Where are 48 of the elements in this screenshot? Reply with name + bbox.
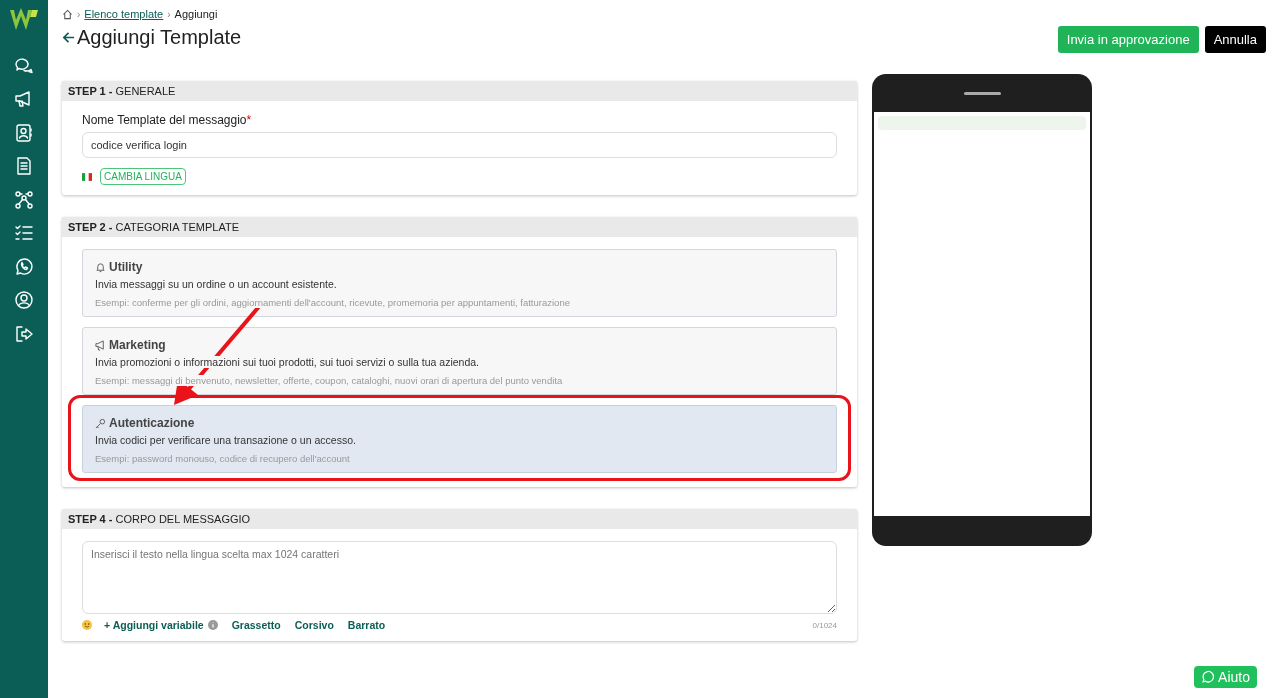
- template-name-field[interactable]: codice verifica login: [82, 132, 837, 158]
- contacts-icon[interactable]: [14, 122, 34, 143]
- home-icon[interactable]: [62, 8, 73, 20]
- megaphone-icon: [95, 339, 106, 351]
- add-variable-link[interactable]: + Aggiungi variabile: [104, 619, 204, 631]
- message-body-field[interactable]: Inserisci il testo nella lingua scelta max 1024 caratteri: [82, 541, 837, 614]
- step-header: STEP 1 - GENERALE: [62, 81, 857, 101]
- emoji-icon[interactable]: [82, 620, 92, 630]
- field-label: Nome Template del messaggio*: [82, 113, 253, 127]
- whatsapp-icon[interactable]: [14, 256, 34, 277]
- flow-icon[interactable]: [14, 189, 34, 210]
- option-description: Invia codici per verificare una transazione o un accesso.: [95, 434, 356, 446]
- logout-icon[interactable]: [14, 323, 34, 344]
- format-link[interactable]: Barrato: [347, 619, 386, 631]
- format-link[interactable]: Corsivo: [294, 619, 334, 631]
- chevron-icon: ›: [77, 8, 81, 20]
- breadcrumb-link[interactable]: Elenco template: [84, 8, 164, 20]
- bell-icon: [95, 261, 106, 273]
- speaker-icon: [963, 91, 1001, 95]
- breadcrumb-current: Aggiungi: [174, 8, 218, 20]
- option-description: Invia messaggi su un ordine o un account esistente.: [95, 278, 337, 290]
- option-title: Autenticazione: [109, 416, 195, 430]
- category-option[interactable]: Utility Invia messaggi su un ordine o un account esistente. Esempi: conferme per gli ordini, aggiornamenti dell'account, ricevute, promemoria per appuntamenti, fatturazione: [82, 249, 837, 317]
- info-icon[interactable]: [207, 620, 218, 630]
- character-counter: 0/1024: [812, 620, 837, 630]
- option-description: Invia promozioni o informazioni sui tuoi prodotti, sui tuoi servizi o sulla tua azienda.: [95, 356, 480, 368]
- option-examples: Esempi: messaggi di benvenuto, newsletter, offerte, coupon, cataloghi, nuovi orari di apertura del punto vendita: [95, 375, 563, 386]
- format-link[interactable]: Grassetto: [231, 619, 281, 631]
- back-arrow-icon[interactable]: [62, 31, 75, 44]
- option-examples: Esempi: conferme per gli ordini, aggiornamenti dell'account, ricevute, promemoria per appuntamenti, fatturazione: [95, 297, 570, 308]
- cancel-button[interactable]: Annulla: [1204, 26, 1266, 53]
- step-header: STEP 2 - CATEGORIA TEMPLATE: [62, 217, 857, 237]
- option-examples: Esempi: password monouso, codice di recupero dell'account: [95, 453, 350, 464]
- step-header: STEP 4 - CORPO DEL MESSAGGIO: [62, 509, 857, 529]
- chat-icon[interactable]: [14, 55, 34, 76]
- italy-flag-icon: [82, 172, 92, 181]
- key-icon: [95, 417, 106, 429]
- document-icon[interactable]: [14, 156, 34, 176]
- whatsapp-icon: [1201, 670, 1216, 684]
- chevron-icon: ›: [167, 8, 171, 20]
- option-title: Utility: [109, 260, 143, 274]
- user-icon[interactable]: [14, 290, 34, 310]
- category-option[interactable]: Autenticazione Invia codici per verificare una transazione o un accesso. Esempi: password monouso, codice di recupero dell'account: [82, 405, 837, 473]
- category-option[interactable]: [82, 327, 837, 395]
- checklist-icon[interactable]: [14, 223, 34, 243]
- option-title: Marketing: [109, 338, 166, 352]
- page-title: Aggiungi Template: [77, 26, 242, 49]
- logo-icon: [9, 8, 39, 32]
